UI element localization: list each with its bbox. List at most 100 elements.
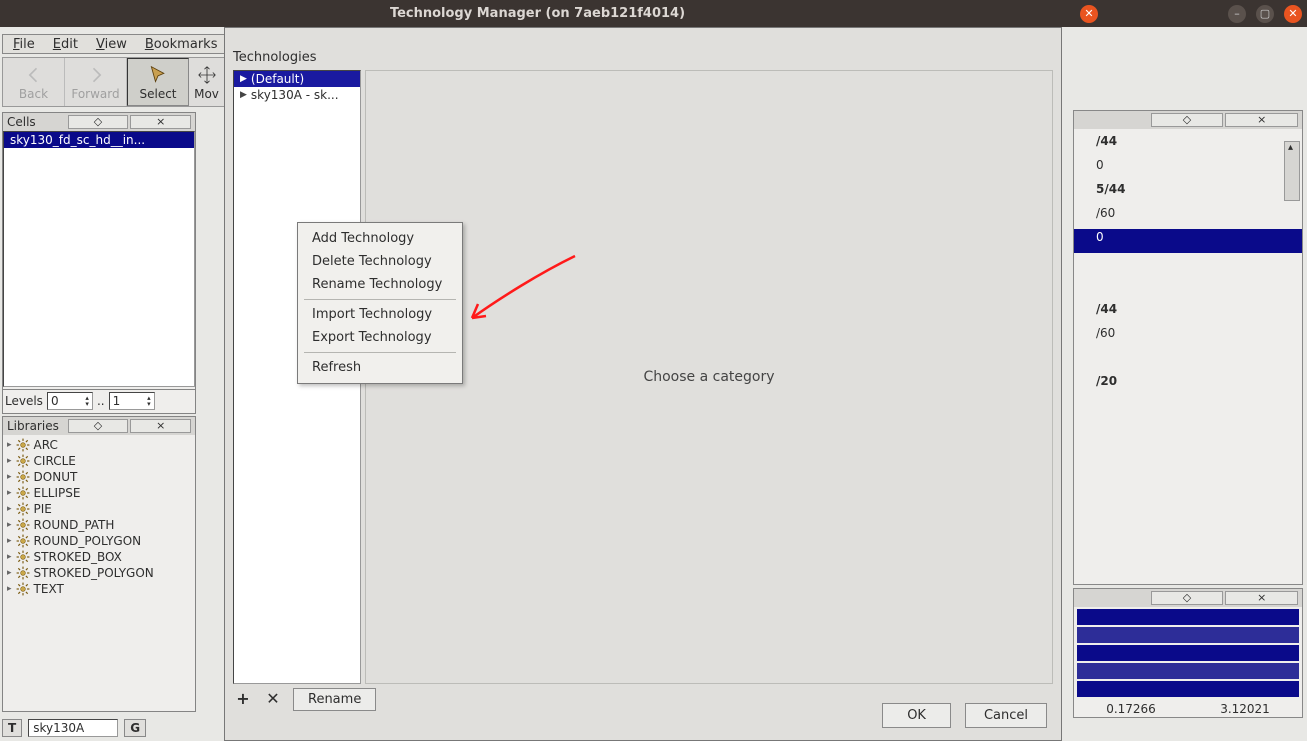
library-item[interactable]: ▸ELLIPSE — [3, 485, 195, 501]
move-icon — [197, 65, 217, 85]
expand-icon[interactable]: ▶ — [240, 90, 247, 100]
status-T[interactable]: T — [2, 719, 22, 737]
ctx-import-technology[interactable]: Import Technology — [298, 303, 462, 326]
menubar: File Edit View Bookmarks D — [2, 34, 256, 54]
layer-row[interactable]: 0 — [1074, 157, 1302, 181]
libraries-title-label: Libraries — [7, 419, 66, 433]
library-label: DONUT — [34, 470, 78, 484]
menu-edit[interactable]: Edit — [47, 36, 84, 52]
ctx-refresh[interactable]: Refresh — [298, 356, 462, 379]
library-item[interactable]: ▸ROUND_PATH — [3, 517, 195, 533]
gear-icon — [16, 470, 30, 484]
move-button[interactable]: Mov — [189, 58, 225, 106]
layer-row[interactable]: /60 — [1074, 325, 1302, 349]
select-button[interactable]: Select — [127, 58, 189, 106]
remove-button[interactable]: ✕ — [263, 690, 283, 710]
layer-row[interactable]: /20 — [1074, 373, 1302, 397]
gear-icon — [16, 582, 30, 596]
add-button[interactable]: + — [233, 690, 253, 710]
expand-icon[interactable]: ▶ — [240, 74, 247, 84]
rename-button[interactable]: Rename — [293, 688, 376, 711]
menu-bookmarks[interactable]: Bookmarks — [139, 36, 224, 52]
ctx-delete-technology[interactable]: Delete Technology — [298, 250, 462, 273]
layer-row[interactable] — [1074, 277, 1302, 301]
pin-icon[interactable]: ◇ — [1151, 113, 1224, 127]
pin-icon[interactable]: ◇ — [68, 115, 129, 129]
close-icon[interactable]: × — [130, 115, 191, 129]
color-swatch[interactable] — [1077, 627, 1299, 643]
tech-item-default[interactable]: ▶ (Default) — [234, 71, 360, 87]
layer-row[interactable]: /44 — [1074, 133, 1302, 157]
ok-button[interactable]: OK — [882, 703, 951, 728]
menu-view[interactable]: View — [90, 36, 133, 52]
gear-icon — [16, 534, 30, 548]
scrollbar[interactable] — [1284, 141, 1300, 201]
layer-row[interactable]: /44 — [1074, 301, 1302, 325]
ctx-rename-technology[interactable]: Rename Technology — [298, 273, 462, 296]
layer-row[interactable]: 0 — [1074, 229, 1302, 253]
category-area: Choose a category — [365, 70, 1053, 684]
color-swatch[interactable] — [1077, 645, 1299, 661]
footer-val-a: 0.17266 — [1106, 702, 1156, 716]
layer-row[interactable] — [1074, 349, 1302, 373]
layer-row[interactable] — [1074, 253, 1302, 277]
window-minimize-icon[interactable]: – — [1228, 5, 1246, 23]
swatch-panel: ◇× 0.17266 3.12021 — [1073, 588, 1303, 718]
forward-button[interactable]: Forward — [65, 58, 127, 106]
toolbar: Back Forward Select Mov — [2, 57, 226, 107]
dialog-close-icon[interactable]: ✕ — [1080, 5, 1098, 23]
library-label: CIRCLE — [34, 454, 76, 468]
tech-item-sky130a[interactable]: ▶ sky130A - sk... — [234, 87, 360, 103]
pin-icon[interactable]: ◇ — [1151, 591, 1224, 605]
libraries-list[interactable]: ▸ARC▸CIRCLE▸DONUT▸ELLIPSE▸PIE▸ROUND_PATH… — [3, 435, 195, 599]
color-swatch[interactable] — [1077, 681, 1299, 697]
cells-list[interactable]: sky130_fd_sc_hd__in... — [3, 131, 195, 387]
libraries-panel: Libraries ◇ × ▸ARC▸CIRCLE▸DONUT▸ELLIPSE▸… — [2, 416, 196, 712]
library-label: TEXT — [34, 582, 64, 596]
library-item[interactable]: ▸STROKED_BOX — [3, 549, 195, 565]
color-swatch[interactable] — [1077, 663, 1299, 679]
tech-name-field[interactable]: sky130A — [28, 719, 118, 737]
cursor-icon — [148, 65, 168, 85]
menu-file[interactable]: File — [7, 36, 41, 52]
back-button[interactable]: Back — [3, 58, 65, 106]
back-label: Back — [19, 87, 48, 101]
ctx-add-technology[interactable]: Add Technology — [298, 227, 462, 250]
gear-icon — [16, 566, 30, 580]
gear-icon — [16, 502, 30, 516]
os-titlebar: Technology Manager (on 7aeb121f4014) ✕ –… — [0, 0, 1307, 27]
close-icon[interactable]: × — [1225, 113, 1298, 127]
status-G[interactable]: G — [124, 719, 146, 737]
library-label: PIE — [34, 502, 52, 516]
level-to-input[interactable]: 1▴▾ — [109, 392, 155, 410]
library-item[interactable]: ▸STROKED_POLYGON — [3, 565, 195, 581]
os-title: Technology Manager (on 7aeb121f4014) — [0, 6, 1075, 21]
window-maximize-icon[interactable]: ▢ — [1256, 5, 1274, 23]
library-item[interactable]: ▸DONUT — [3, 469, 195, 485]
close-icon[interactable]: × — [1225, 591, 1298, 605]
library-label: STROKED_POLYGON — [34, 566, 154, 580]
window-close-icon[interactable]: ✕ — [1284, 5, 1302, 23]
library-label: ELLIPSE — [34, 486, 81, 500]
layer-row[interactable]: /60 — [1074, 205, 1302, 229]
separator — [304, 352, 456, 353]
library-item[interactable]: ▸ROUND_POLYGON — [3, 533, 195, 549]
close-icon[interactable]: × — [130, 419, 191, 433]
levels-dots: .. — [97, 394, 105, 408]
library-item[interactable]: ▸TEXT — [3, 581, 195, 597]
cells-item[interactable]: sky130_fd_sc_hd__in... — [4, 132, 194, 148]
layer-row[interactable]: 5/44 — [1074, 181, 1302, 205]
library-label: ARC — [34, 438, 58, 452]
pin-icon[interactable]: ◇ — [68, 419, 129, 433]
technology-context-menu: Add Technology Delete Technology Rename … — [297, 222, 463, 384]
library-label: ROUND_POLYGON — [34, 534, 142, 548]
library-item[interactable]: ▸CIRCLE — [3, 453, 195, 469]
gear-icon — [16, 438, 30, 452]
level-from-input[interactable]: 0▴▾ — [47, 392, 93, 410]
status-bar: T sky130A G — [2, 717, 146, 739]
color-swatch[interactable] — [1077, 609, 1299, 625]
library-item[interactable]: ▸PIE — [3, 501, 195, 517]
cancel-button[interactable]: Cancel — [965, 703, 1047, 728]
library-item[interactable]: ▸ARC — [3, 437, 195, 453]
ctx-export-technology[interactable]: Export Technology — [298, 326, 462, 349]
